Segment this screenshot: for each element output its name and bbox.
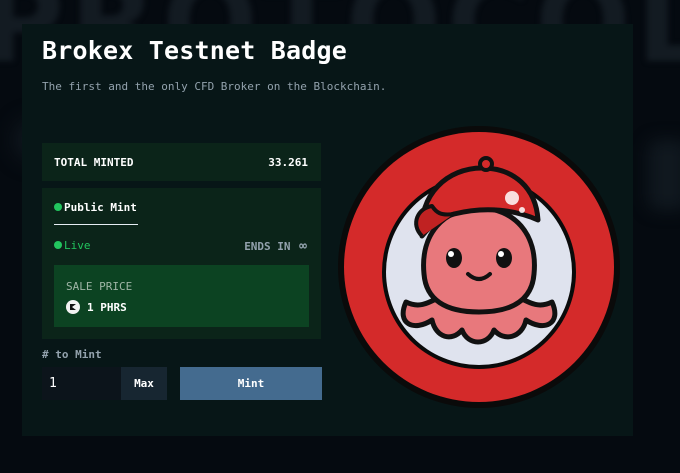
quantity-input[interactable] [42,367,121,400]
sale-price-box: SALE PRICE 1 PHRS [54,265,309,327]
mint-button[interactable]: Mint [180,367,322,400]
total-minted-value: 33.261 [268,155,308,169]
background-smudge [648,140,680,210]
page-title: Brokex Testnet Badge [42,36,348,65]
status-live-label: Live [64,239,91,252]
status-dot-icon [54,203,62,211]
tab-active-underline [54,224,138,225]
octopus-with-red-cap-icon [338,126,620,408]
ends-in: ENDS IN ∞ [244,239,307,254]
tab-public-mint[interactable]: Public Mint [54,201,137,214]
total-minted-bar: TOTAL MINTED 33.261 [42,143,321,181]
sale-price-label: SALE PRICE [66,280,133,293]
tab-public-mint-label: Public Mint [64,201,137,214]
total-minted-label: TOTAL MINTED [54,155,134,169]
quantity-label: # to Mint [42,348,102,361]
status-live: Live [54,239,91,252]
badge-image [338,126,620,408]
infinity-icon: ∞ [299,239,307,254]
max-button[interactable]: Max [121,367,167,400]
phrs-token-icon [66,300,80,314]
page-subtitle: The first and the only CFD Broker on the… [42,80,387,93]
sale-price-value: 1 PHRS [87,300,127,314]
sale-price: 1 PHRS [66,300,127,314]
live-dot-icon [54,241,62,249]
ends-in-label: ENDS IN [244,240,291,253]
mint-phase-card: Public Mint Live ENDS IN ∞ SALE PRICE 1 … [42,188,321,339]
